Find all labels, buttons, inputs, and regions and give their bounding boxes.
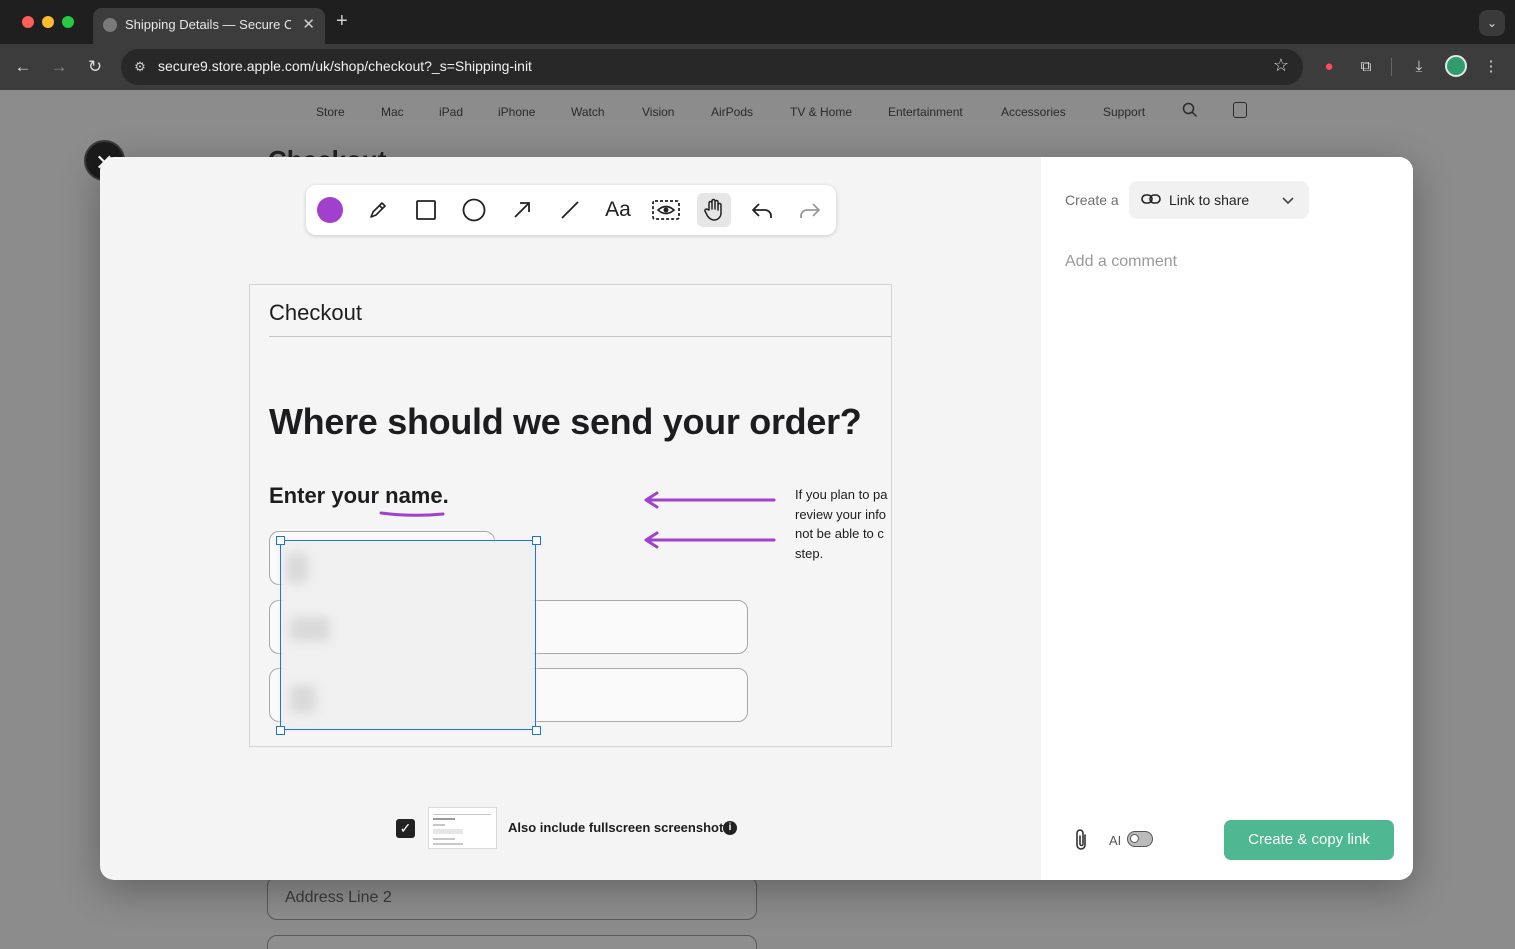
blur-icon (652, 200, 680, 220)
download-icon[interactable]: ⤓ (1408, 56, 1430, 78)
url-text[interactable]: secure9.store.apple.com/uk/shop/checkout… (158, 58, 532, 74)
address-line-2-label: Address Line 2 (285, 889, 392, 906)
resize-handle[interactable] (532, 726, 541, 735)
undo-icon (752, 203, 772, 218)
chevron-down-icon (1282, 197, 1294, 205)
selection-box[interactable] (280, 540, 536, 730)
arrow-icon (514, 202, 530, 218)
nav-item-store[interactable]: Store (316, 105, 345, 119)
thumbnail-line (433, 829, 463, 834)
rectangle-tool-button[interactable] (409, 193, 443, 227)
address-line-2-field[interactable]: Address Line 2 (267, 876, 757, 920)
browser-tab[interactable]: Shipping Details — Secure Checkout ✕ (93, 8, 325, 44)
create-a-label: Create a (1065, 192, 1119, 208)
screenshot-preview[interactable]: Checkout Where should we send your order… (249, 284, 892, 747)
redo-icon (800, 203, 820, 218)
apple-global-nav: Store Mac iPad iPhone Watch Vision AirPo… (0, 90, 1515, 134)
nav-item-iphone[interactable]: iPhone (498, 105, 535, 119)
nav-item-support[interactable]: Support (1103, 105, 1145, 119)
extensions-puzzle-icon[interactable]: ⧉ (1355, 56, 1377, 78)
line-icon (561, 201, 579, 219)
resize-handle[interactable] (532, 536, 541, 545)
browser-toolbar: ← → ↻ ⚙ secure9.store.apple.com/uk/shop/… (0, 44, 1515, 90)
extension-jam-icon[interactable]: ● (1318, 56, 1340, 78)
reload-icon[interactable]: ↻ (84, 56, 106, 78)
resize-handle[interactable] (276, 726, 285, 735)
nav-item-entertainment[interactable]: Entertainment (888, 105, 963, 119)
color-swatch-icon (317, 197, 343, 223)
circle-tool-button[interactable] (457, 193, 491, 227)
text-icon: Aa (605, 198, 631, 221)
arrow-annotation[interactable] (644, 531, 776, 549)
rectangle-icon (416, 200, 436, 220)
site-settings-icon[interactable]: ⚙ (131, 58, 149, 76)
resize-handle[interactable] (276, 536, 285, 545)
ai-label: AI (1109, 833, 1122, 848)
blur-tool-button[interactable] (649, 193, 683, 227)
nav-item-airpods[interactable]: AirPods (711, 105, 753, 119)
new-tab-icon[interactable]: + (336, 10, 348, 33)
tab-title: Shipping Details — Secure Checkout (125, 17, 291, 32)
arrow-tool-button[interactable] (505, 193, 539, 227)
annotation-toolbar: Aa (306, 185, 836, 235)
back-arrow-icon[interactable]: ← (12, 56, 34, 78)
feedback-modal: Aa Checkout Where should we send your or… (100, 157, 1413, 880)
globe-icon (103, 18, 117, 32)
fullscreen-thumbnail[interactable] (428, 807, 497, 849)
link-icon (1141, 194, 1161, 204)
undo-button[interactable] (745, 193, 779, 227)
close-window-button[interactable] (22, 16, 34, 28)
address-bar[interactable]: ⚙ secure9.store.apple.com/uk/shop/checko… (121, 49, 1303, 85)
background-field[interactable] (267, 935, 757, 949)
toolbar-divider (1391, 58, 1392, 76)
forward-arrow-icon[interactable]: → (48, 56, 70, 78)
browser-tab-bar: Shipping Details — Secure Checkout ✕ + ⌄ (0, 0, 1515, 44)
pen-icon (370, 202, 386, 218)
ai-toggle[interactable] (1127, 831, 1153, 847)
nav-item-accessories[interactable]: Accessories (1001, 105, 1066, 119)
thumbnail-line (433, 843, 463, 845)
thumbnail-line (433, 838, 455, 840)
maximize-window-button[interactable] (62, 16, 74, 28)
paperclip-icon[interactable] (1072, 828, 1090, 852)
text-tool-button[interactable]: Aa (601, 193, 635, 227)
toggle-knob (1130, 834, 1139, 843)
comment-input[interactable]: Add a comment (1065, 253, 1177, 271)
share-type-label: Link to share (1169, 192, 1250, 208)
minimize-window-button[interactable] (42, 16, 54, 28)
thumbnail-line (433, 824, 445, 826)
create-copy-link-button[interactable]: Create & copy link (1224, 820, 1394, 860)
circle-icon (462, 198, 486, 222)
pen-tool-button[interactable] (361, 193, 395, 227)
info-icon[interactable]: i (723, 821, 737, 835)
nav-item-vision[interactable]: Vision (642, 105, 674, 119)
bookmark-star-icon[interactable]: ☆ (1273, 55, 1289, 76)
underline-annotation[interactable] (379, 511, 445, 517)
hand-icon (704, 198, 722, 221)
nav-item-mac[interactable]: Mac (381, 105, 404, 119)
tab-search-chevron-icon[interactable]: ⌄ (1479, 10, 1505, 36)
include-fullscreen-checkbox[interactable]: ✓ (396, 819, 415, 838)
arrow-annotation[interactable] (644, 491, 776, 509)
kebab-menu-icon[interactable]: ⋮ (1480, 56, 1502, 78)
thumbnail-line (433, 814, 491, 815)
include-fullscreen-label[interactable]: Also include fullscreen screenshot (508, 820, 723, 835)
line-tool-button[interactable] (553, 193, 587, 227)
hand-tool-button[interactable] (697, 193, 731, 227)
profile-avatar[interactable] (1445, 55, 1467, 77)
nav-item-ipad[interactable]: iPad (439, 105, 463, 119)
tab-close-icon[interactable]: ✕ (302, 15, 315, 33)
color-swatch-button[interactable] (313, 193, 347, 227)
share-sidebar: Create a Link to share Add a comment AI … (1041, 157, 1413, 880)
nav-item-tv-home[interactable]: TV & Home (790, 105, 852, 119)
nav-item-watch[interactable]: Watch (571, 105, 605, 119)
shopping-bag-icon[interactable] (1233, 102, 1247, 118)
share-type-dropdown[interactable]: Link to share (1129, 181, 1309, 219)
redo-button[interactable] (793, 193, 827, 227)
thumbnail-line (433, 818, 455, 820)
search-icon[interactable] (1182, 102, 1198, 118)
